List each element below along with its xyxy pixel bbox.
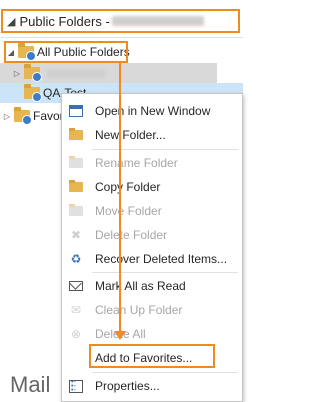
- divider: [0, 37, 243, 38]
- collapsed-caret-icon[interactable]: ▷: [12, 69, 22, 78]
- collapsed-caret-icon[interactable]: ▷: [2, 112, 12, 121]
- redacted-folder-name: [47, 68, 105, 78]
- properties-icon: •- •- •-: [67, 378, 85, 394]
- annotation-arrow-head: [114, 331, 126, 340]
- recover-items-icon: ♻: [70, 252, 82, 266]
- menu-item-delete-all[interactable]: ⊗ Delete All: [62, 322, 242, 346]
- menu-item-label: New Folder...: [95, 128, 166, 142]
- context-menu: Open in New Window New Folder... Rename …: [61, 93, 243, 402]
- menu-item-new-folder[interactable]: New Folder...: [62, 123, 242, 147]
- annotation-arrow-line: [119, 63, 121, 333]
- menu-item-label: Mark All as Read: [95, 279, 186, 293]
- public-folder-icon: [24, 84, 42, 102]
- clean-up-icon: ✉: [70, 303, 82, 317]
- menu-item-label: Move Folder: [95, 204, 162, 218]
- rename-folder-icon: [67, 155, 85, 171]
- menu-item-move-folder[interactable]: Move Folder: [62, 199, 242, 223]
- tree-label: Favor: [33, 109, 64, 123]
- collapse-icon[interactable]: ◢: [7, 15, 15, 28]
- menu-item-recover-deleted[interactable]: ♻ Recover Deleted Items...: [62, 247, 242, 271]
- open-window-icon: [67, 103, 85, 119]
- public-folder-icon: [24, 64, 42, 82]
- public-folders-header[interactable]: ◢ Public Folders -: [1, 9, 240, 33]
- menu-item-clean-up[interactable]: ✉ Clean Up Folder: [62, 298, 242, 322]
- public-folder-icon: [14, 107, 32, 125]
- tree-item-favorites[interactable]: ▷ Favor: [0, 106, 64, 126]
- delete-all-icon: ⊗: [70, 327, 82, 341]
- menu-item-label: Properties...: [95, 379, 160, 393]
- menu-item-label: Delete Folder: [95, 228, 168, 242]
- menu-separator: [92, 149, 238, 150]
- menu-item-label: Copy Folder: [95, 180, 161, 194]
- tree-item-redacted[interactable]: ▷: [0, 63, 217, 83]
- redacted-account: [111, 16, 204, 26]
- mail-nav-label[interactable]: Mail: [10, 372, 50, 398]
- menu-item-label: Clean Up Folder: [95, 303, 183, 317]
- new-folder-icon: [67, 127, 85, 143]
- menu-item-delete-folder[interactable]: ✖ Delete Folder: [62, 223, 242, 247]
- mark-read-icon: [67, 278, 85, 294]
- menu-separator: [92, 372, 238, 373]
- menu-item-rename-folder[interactable]: Rename Folder: [62, 151, 242, 175]
- menu-item-copy-folder[interactable]: Copy Folder: [62, 175, 242, 199]
- highlight-box: [4, 41, 128, 63]
- header-title: Public Folders -: [19, 13, 110, 29]
- menu-separator: [92, 272, 238, 273]
- move-folder-icon: [67, 203, 85, 219]
- delete-folder-icon: ✖: [70, 228, 82, 242]
- menu-item-label: Open in New Window: [95, 104, 211, 118]
- menu-item-label: Recover Deleted Items...: [95, 252, 228, 266]
- menu-item-open-new-window[interactable]: Open in New Window: [62, 99, 242, 123]
- menu-item-mark-all-read[interactable]: Mark All as Read: [62, 274, 242, 298]
- copy-folder-icon: [67, 179, 85, 195]
- menu-item-properties[interactable]: •- •- •- Properties...: [62, 374, 242, 398]
- highlight-box: [89, 344, 215, 368]
- menu-item-label: Rename Folder: [95, 156, 178, 170]
- favorites-icon-placeholder: [67, 350, 85, 366]
